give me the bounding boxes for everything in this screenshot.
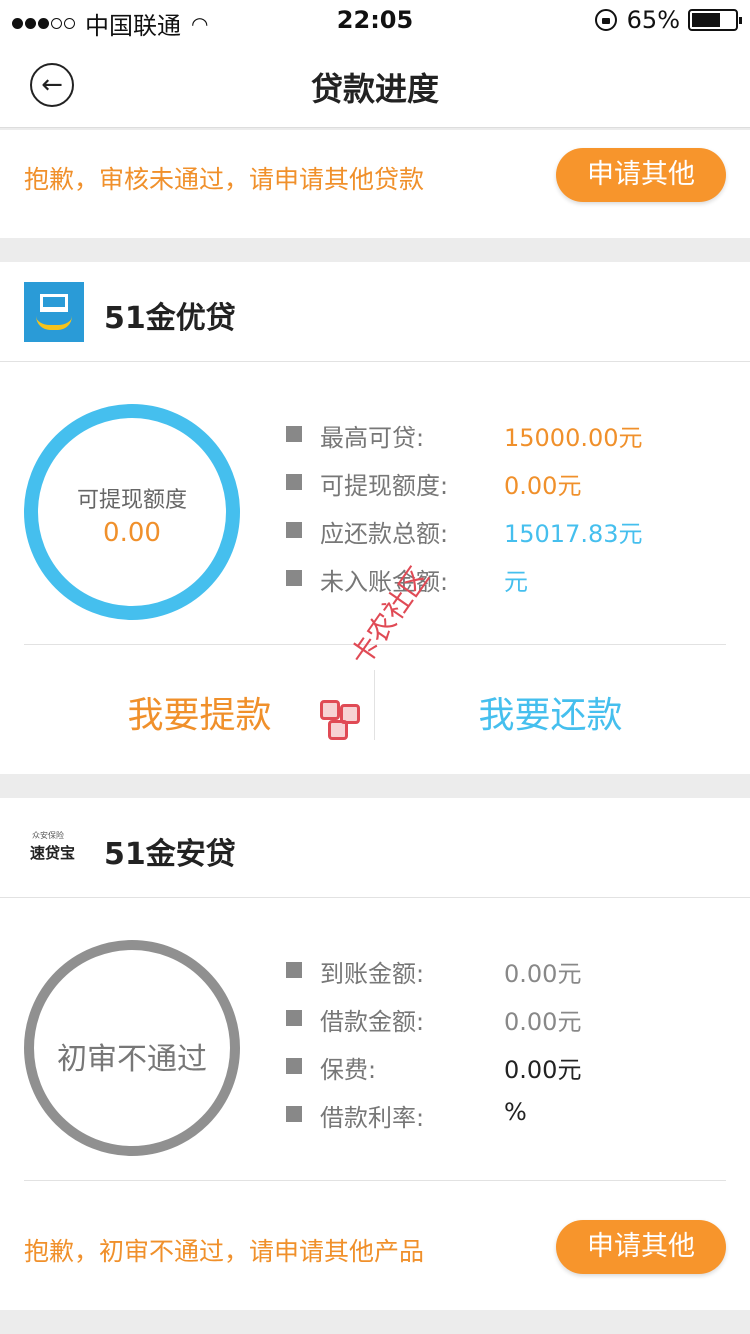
info-value: 15017.83元 (504, 520, 643, 548)
watermark-logo-icon (320, 700, 364, 744)
bullet-square-icon (286, 1010, 302, 1026)
rejection-text: 抱歉，初审不通过，请申请其他产品 (24, 1237, 425, 1266)
ring-label: 可提现额度 (76, 488, 187, 513)
info-row: 借款金额: 0.00元 (286, 1000, 726, 1036)
rejection-notice: 抱歉，审核未通过，请申请其他贷款 申请其他 (0, 130, 750, 238)
product-name: 51金安贷 (104, 837, 236, 872)
info-row: 应还款总额: 15017.83元 (286, 512, 726, 548)
logo-big-text: 速贷宝 (30, 844, 76, 862)
apply-other-button[interactable]: 申请其他 (556, 148, 726, 202)
status-right: 65% (594, 6, 742, 34)
info-value: 0.00元 (504, 1056, 582, 1084)
info-label: 借款利率: (320, 1104, 425, 1132)
bullet-square-icon (286, 1058, 302, 1074)
info-value: % (504, 1098, 527, 1126)
info-value: 0.00元 (504, 472, 582, 500)
rotation-lock-icon (594, 9, 617, 31)
info-value: 15000.00元 (504, 424, 643, 452)
info-row: 借款利率: % (286, 1096, 726, 1132)
status-bar: 中国联通 ◠ 22:05 65% (0, 0, 750, 40)
ring-value: 0.00 (103, 518, 161, 548)
info-row: 未入账金额: 元 (286, 560, 726, 596)
bullet-square-icon (286, 570, 302, 586)
info-label: 可提现额度: (320, 472, 449, 500)
withdrawable-ring: 可提现额度 0.00 (24, 404, 240, 620)
bullet-square-icon (286, 474, 302, 490)
nav-bar: ← 贷款进度 (0, 40, 750, 128)
info-label: 借款金额: (320, 1008, 425, 1036)
notice-text: 抱歉，审核未通过，请申请其他贷款 (24, 165, 425, 194)
info-label: 保费: (320, 1056, 377, 1084)
loan-card-jinandai: 众安保险 速贷宝 51金安贷 初审不通过 到账金额: 0.00元 借款金额: 0… (0, 798, 750, 1310)
bullet-square-icon (286, 426, 302, 442)
info-row: 到账金额: 0.00元 (286, 952, 726, 988)
apply-other-button[interactable]: 申请其他 (556, 1220, 726, 1274)
sudaibao-logo-icon: 众安保险 速贷宝 (24, 828, 84, 868)
watermark: 卡农社区 (320, 561, 460, 760)
card-header: 51金优贷 (0, 262, 750, 362)
info-value: 0.00元 (504, 1008, 582, 1036)
info-label: 应还款总额: (320, 520, 449, 548)
battery-icon (688, 9, 742, 31)
page-title: 贷款进度 (310, 70, 439, 108)
jinyoudai-logo-icon (24, 282, 84, 342)
info-row: 保费: 0.00元 (286, 1048, 726, 1084)
ring-status: 初审不通过 (57, 1042, 207, 1077)
logo-small-text: 众安保险 (32, 831, 64, 840)
product-name: 51金优贷 (104, 301, 236, 336)
info-value: 元 (504, 568, 528, 596)
info-value: 0.00元 (504, 960, 582, 988)
bullet-square-icon (286, 1106, 302, 1122)
divider (24, 1180, 726, 1181)
info-label: 最高可贷: (320, 424, 425, 452)
status-ring: 初审不通过 (24, 940, 240, 1156)
info-row: 最高可贷: 15000.00元 (286, 416, 726, 452)
bullet-square-icon (286, 522, 302, 538)
battery-percent: 65% (626, 6, 680, 34)
info-row: 可提现额度: 0.00元 (286, 464, 726, 500)
card-header: 众安保险 速贷宝 51金安贷 (0, 798, 750, 898)
info-label: 到账金额: (320, 960, 425, 988)
bullet-square-icon (286, 962, 302, 978)
